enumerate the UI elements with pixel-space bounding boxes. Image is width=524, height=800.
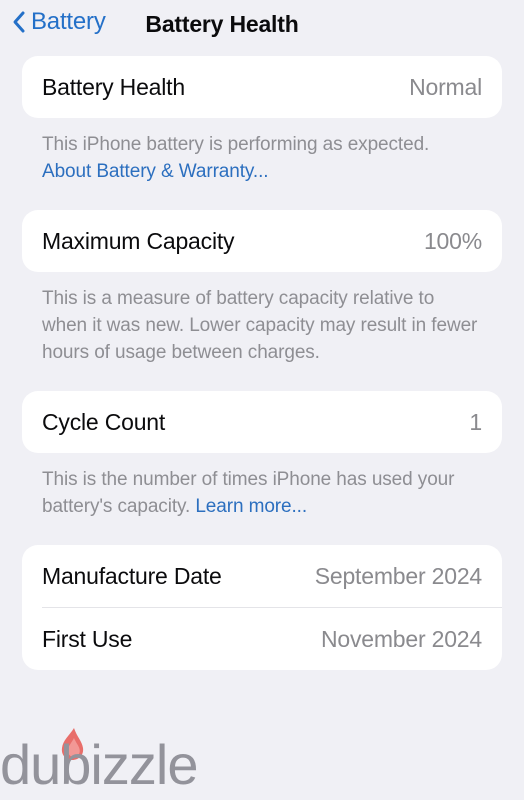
row-value: 1	[469, 408, 482, 435]
row-battery-health[interactable]: Battery Health Normal	[22, 56, 502, 118]
flame-icon	[61, 728, 84, 760]
row-value: September 2024	[314, 562, 482, 589]
about-battery-warranty-link[interactable]: About Battery & Warranty...	[42, 161, 269, 182]
footnote-text: This iPhone battery is performing as exp…	[42, 134, 430, 155]
row-cycle-count[interactable]: Cycle Count 1	[22, 391, 502, 453]
settings-content: Battery Health Normal This iPhone batter…	[0, 56, 524, 670]
row-label: Maximum Capacity	[42, 227, 235, 254]
card-battery-health: Battery Health Normal	[22, 56, 502, 118]
row-value: 100%	[423, 227, 482, 254]
row-label: Manufacture Date	[42, 562, 222, 589]
footnote-maximum-capacity: This is a measure of battery capacity re…	[22, 272, 502, 366]
card-maximum-capacity: Maximum Capacity 100%	[22, 210, 502, 272]
row-manufacture-date[interactable]: Manufacture Date September 2024	[22, 545, 502, 607]
footnote-text: This is a measure of battery capacity re…	[42, 288, 478, 363]
row-label: Battery Health	[42, 73, 185, 100]
dubizzle-watermark: dubizzle	[0, 722, 200, 796]
footnote-cycle-count: This is the number of times iPhone has u…	[22, 453, 502, 520]
row-label: First Use	[42, 625, 133, 652]
svg-text:dubizzle: dubizzle	[0, 733, 197, 794]
row-label: Cycle Count	[42, 408, 166, 435]
row-value: Normal	[409, 73, 482, 100]
card-cycle-count: Cycle Count 1	[22, 391, 502, 453]
row-first-use[interactable]: First Use November 2024	[22, 608, 502, 670]
card-battery-dates: Manufacture Date September 2024 First Us…	[22, 545, 502, 670]
footnote-battery-health: This iPhone battery is performing as exp…	[22, 118, 502, 185]
navigation-bar: Battery Battery Health	[0, 0, 524, 56]
page-title: Battery Health	[145, 11, 299, 37]
row-value: November 2024	[320, 625, 482, 652]
learn-more-link[interactable]: Learn more...	[195, 496, 307, 517]
row-maximum-capacity[interactable]: Maximum Capacity 100%	[22, 210, 502, 272]
